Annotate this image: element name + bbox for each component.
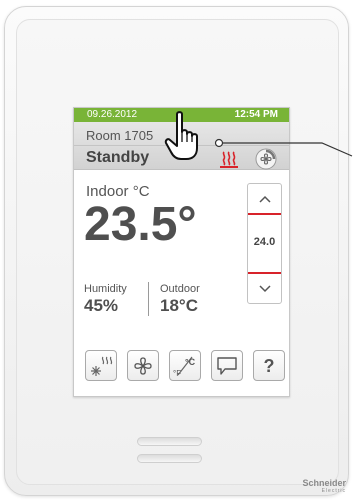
pointing-hand-icon [164, 111, 198, 160]
setpoint-down-button[interactable] [248, 274, 281, 303]
setpoint-value: 24.0 [253, 236, 276, 248]
outdoor-value: 18°C [160, 296, 198, 315]
humidity-outdoor-divider [148, 282, 149, 316]
units-button[interactable]: °C °F [169, 350, 201, 381]
setpoint-upper-line [248, 213, 281, 215]
vent-slot [137, 454, 202, 463]
brand-logo: Schneider Electric [302, 478, 346, 495]
main-panel: Indoor °C 23.5° 24.0 Humidity 45% Outdoo… [74, 171, 289, 396]
snow-heat-icon [91, 356, 113, 376]
message-button[interactable] [211, 350, 243, 381]
heat-underline [220, 166, 238, 168]
humidity-label: Humidity [84, 283, 127, 295]
setpoint-control: 24.0 [247, 183, 282, 304]
fan-button[interactable] [127, 350, 159, 381]
chevron-down-icon [258, 284, 271, 292]
indoor-temperature: 23.5° [84, 198, 197, 251]
room-name: Room 1705 [86, 128, 154, 143]
speech-bubble-icon [217, 356, 237, 375]
mode-button[interactable] [85, 350, 117, 381]
vent-slot [137, 437, 202, 446]
help-button[interactable]: ? [253, 350, 285, 381]
outdoor-label: Outdoor [160, 283, 200, 295]
question-icon: ? [263, 355, 275, 376]
time-display: 12:54 PM [234, 109, 278, 120]
humidity-value: 45% [84, 296, 119, 315]
system-mode: Standby [86, 149, 150, 166]
setpoint-up-button[interactable] [248, 184, 281, 213]
celsius-fahrenheit-icon: °C °F [173, 356, 196, 378]
svg-text:°F: °F [173, 369, 181, 378]
brand-sub: Electric [321, 488, 346, 494]
chevron-up-icon [258, 195, 271, 203]
brand-name: Schneider [302, 478, 346, 488]
svg-text:°C: °C [185, 357, 196, 367]
button-row: °C °F ? [85, 350, 285, 382]
date-display: 09.26.2012 [87, 109, 138, 120]
fan-icon [134, 356, 152, 375]
callout-leader [214, 138, 353, 157]
